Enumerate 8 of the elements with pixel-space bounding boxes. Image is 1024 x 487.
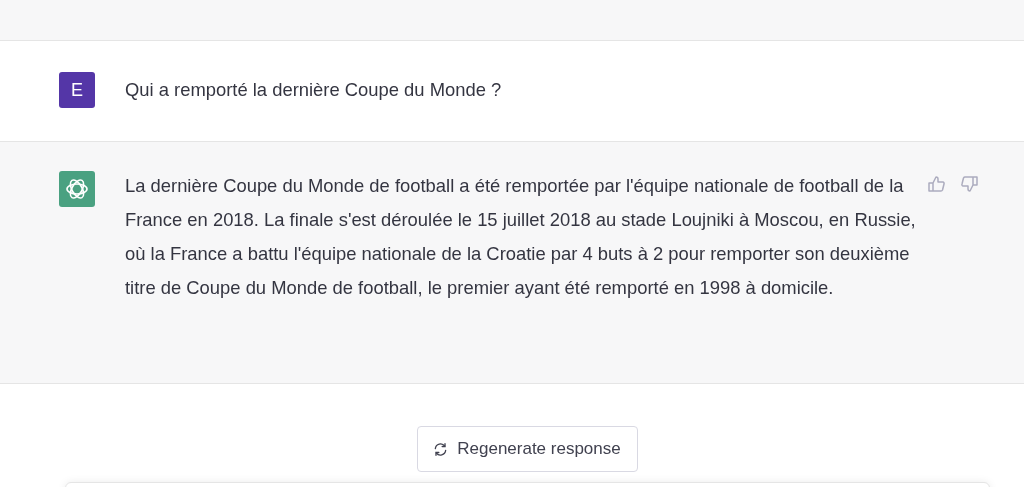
user-avatar: E [59, 72, 95, 108]
message-text: La dernière Coupe du Monde de football a été remportée par l'équipe nationale de football de la France en 2018. La finale s'est déroulée le 15 juillet 2018 au stade Loujniki à Moscou, en Russie, où la France a battu l'équipe nationale de la Croatie par 4 buts à 2 pour remporter son deuxième titre de Coupe du Monde de football, le premier ayant été remporté en 1998 à domicile. [125, 174, 917, 300]
refresh-icon [433, 441, 449, 457]
thumbs-up-icon[interactable] [927, 174, 947, 194]
thumbs-down-icon[interactable] [959, 174, 979, 194]
message-text: Qui a remporté la dernière Coupe du Monde ? [125, 78, 503, 102]
assistant-logo-icon [59, 171, 95, 207]
regenerate-button[interactable]: Regenerate response [417, 426, 638, 472]
